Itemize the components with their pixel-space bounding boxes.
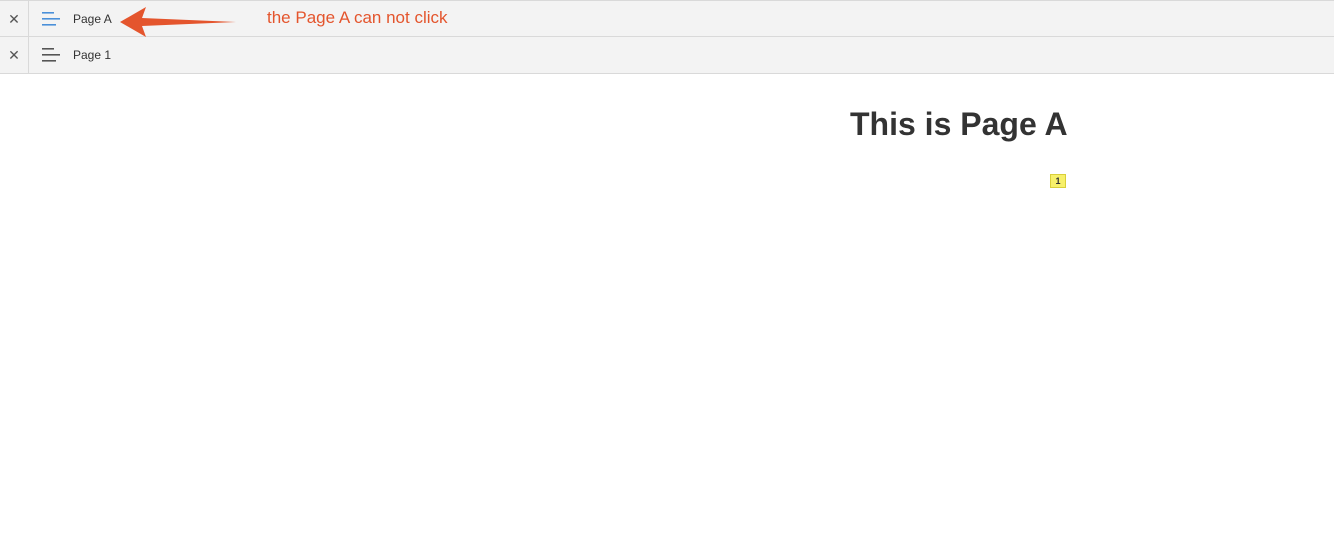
annotation-arrow-icon (120, 7, 236, 37)
hamburger-icon[interactable] (42, 48, 60, 62)
page-title: This is Page A (850, 106, 1068, 142)
tab-row-page-1: ✕ Page 1 (0, 37, 1334, 74)
close-icon: ✕ (8, 10, 20, 27)
page-content (0, 74, 1334, 551)
close-tab-page-1[interactable]: ✕ (0, 37, 29, 73)
tab-page-1[interactable]: Page 1 (73, 37, 111, 73)
close-tab-page-a[interactable]: ✕ (0, 1, 29, 37)
annotation-text: the Page A can not click (267, 8, 448, 27)
hamburger-icon[interactable] (42, 12, 60, 26)
tab-page-a[interactable]: Page A (73, 1, 112, 37)
note-marker-badge[interactable]: 1 (1050, 174, 1066, 188)
close-icon: ✕ (8, 46, 20, 63)
